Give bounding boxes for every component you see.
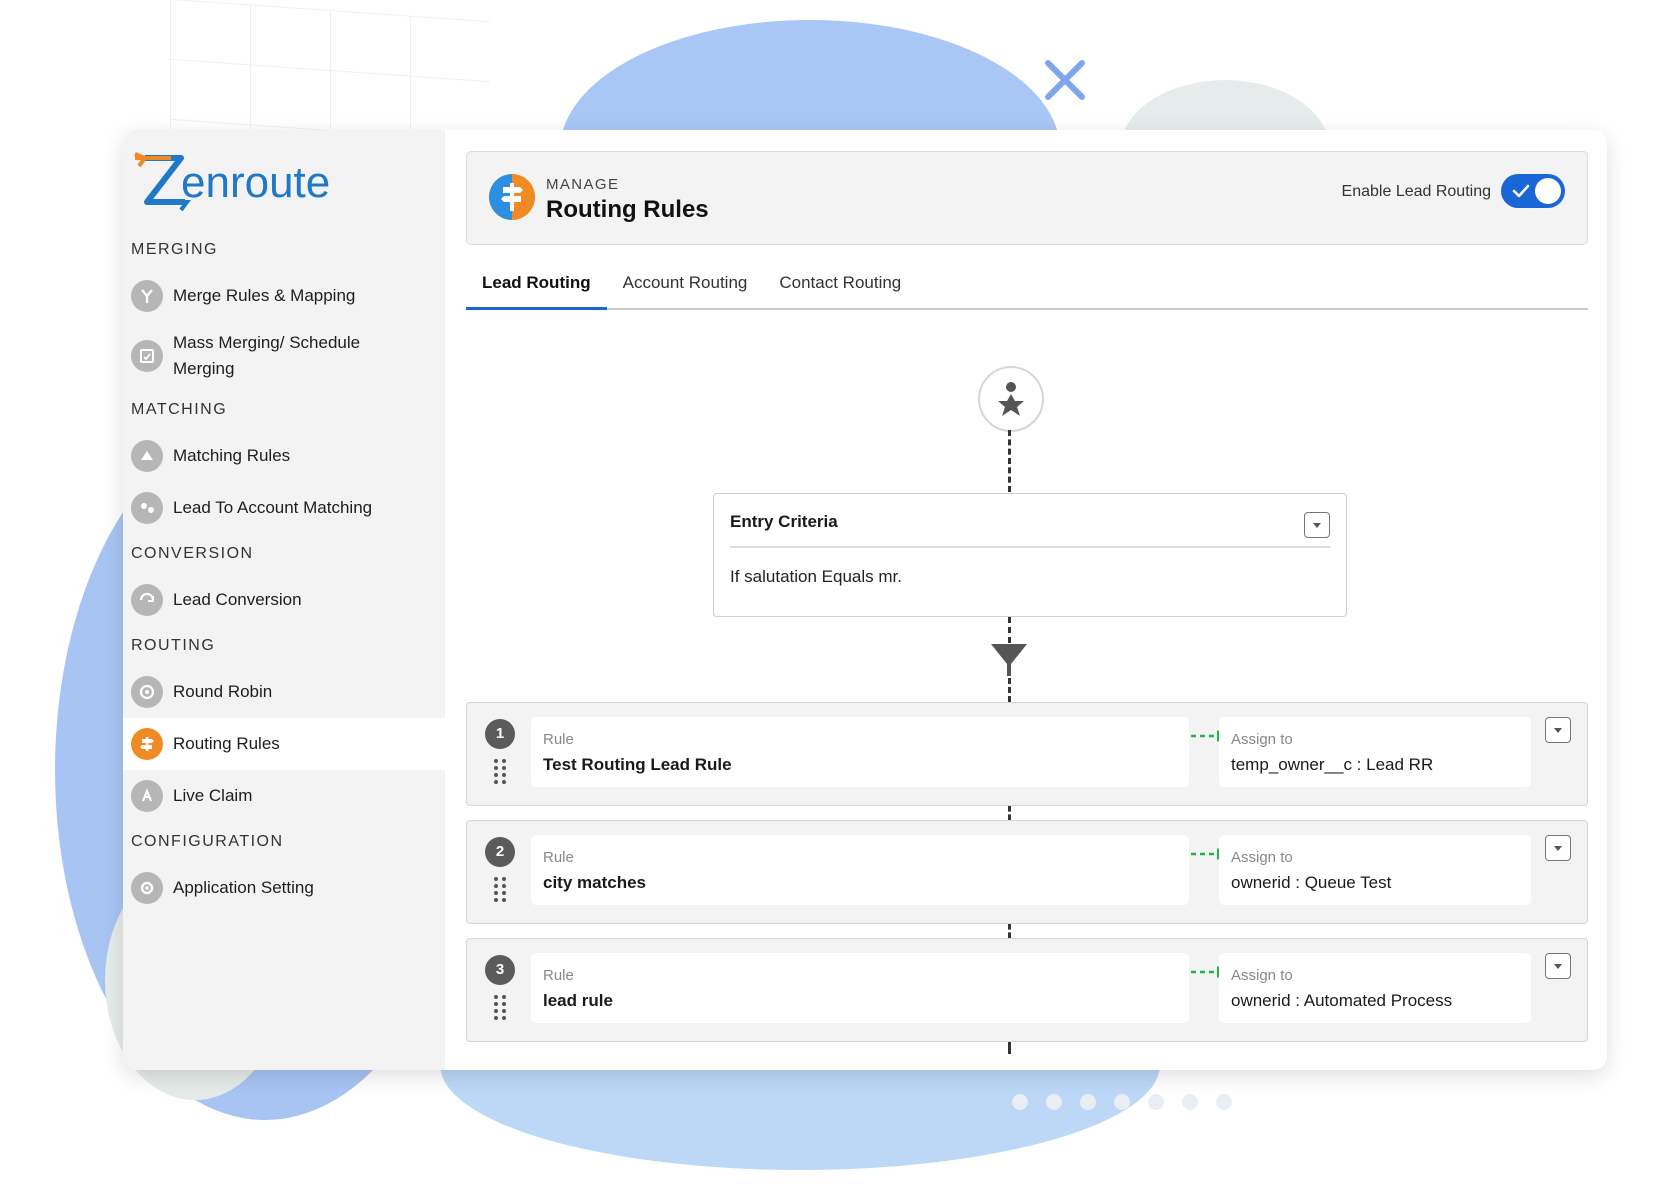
- assign-value: temp_owner__c : Lead RR: [1231, 755, 1434, 774]
- flow-connector: [1008, 1042, 1011, 1054]
- sidebar-item-label: Matching Rules: [173, 446, 291, 465]
- person-star-icon: [998, 382, 1024, 416]
- signpost-icon: [131, 728, 163, 760]
- drag-handle-icon[interactable]: [492, 875, 508, 903]
- divider: [730, 546, 1330, 548]
- assign-label: Assign to: [1231, 731, 1293, 748]
- rule-number-badge: 2: [485, 837, 515, 867]
- funnel-icon: [991, 644, 1027, 676]
- entry-criteria-menu-button[interactable]: [1304, 512, 1330, 538]
- rule-number-badge: 1: [485, 719, 515, 749]
- conversion-icon: [131, 584, 163, 616]
- flow-connector: [1008, 678, 1011, 702]
- rule-label: Rule: [543, 731, 574, 748]
- entry-criteria-condition: If salutation Equals mr.: [730, 567, 902, 586]
- rule-label: Rule: [543, 967, 574, 984]
- assign-box[interactable]: Assign to temp_owner__c : Lead RR: [1219, 717, 1531, 787]
- rule-name: Test Routing Lead Rule: [543, 755, 732, 774]
- assign-box[interactable]: Assign to ownerid : Queue Test: [1219, 835, 1531, 905]
- rule-name: lead rule: [543, 991, 613, 1010]
- assign-label: Assign to: [1231, 967, 1293, 984]
- rule-label: Rule: [543, 849, 574, 866]
- sidebar-nav: MERGING Merge Rules & Mapping Mass Mergi…: [123, 230, 445, 914]
- zenroute-logo: enroute: [134, 152, 330, 212]
- decorative-dots: [1012, 1094, 1232, 1110]
- app-window: enroute MERGING Merge Rules & Mapping Ma…: [123, 130, 1607, 1070]
- start-node: [978, 366, 1044, 432]
- sidebar-item-label: Routing Rules: [173, 734, 280, 753]
- assign-box[interactable]: Assign to ownerid : Automated Process: [1219, 953, 1531, 1023]
- sidebar-item-merge-rules-mapping[interactable]: Merge Rules & Mapping: [123, 270, 445, 322]
- flow-connector: [1008, 430, 1011, 492]
- sidebar-item-label: Lead Conversion: [173, 590, 302, 609]
- gear-icon: [131, 872, 163, 904]
- chevron-down-icon: [1554, 728, 1562, 733]
- sidebar-item-label: Merge Rules & Mapping: [173, 286, 356, 305]
- routing-flow: Entry Criteria If salutation Equals mr. …: [445, 130, 1607, 1070]
- drag-handle-icon[interactable]: [492, 757, 508, 785]
- rule-name: city matches: [543, 873, 646, 892]
- assign-value: ownerid : Queue Test: [1231, 873, 1392, 892]
- section-title-merging: MERGING: [131, 241, 218, 258]
- sidebar-item-label: Round Robin: [173, 682, 273, 701]
- rule-card: 1 Rule Test Routing Lead Rule Assign to …: [466, 702, 1588, 806]
- entry-criteria-title: Entry Criteria: [730, 512, 838, 531]
- drag-handle-icon[interactable]: [492, 993, 508, 1021]
- sidebar-item-lead-to-account-matching[interactable]: Lead To Account Matching: [123, 482, 445, 534]
- merge-icon: [131, 280, 163, 312]
- section-title-configuration: CONFIGURATION: [131, 833, 284, 850]
- sidebar-item-lead-conversion[interactable]: Lead Conversion: [123, 574, 445, 626]
- assign-value: ownerid : Automated Process: [1231, 991, 1453, 1010]
- rule-card: 2 Rule city matches Assign to ownerid : …: [466, 820, 1588, 924]
- sidebar-item-application-setting[interactable]: Application Setting: [123, 862, 445, 914]
- sidebar-item-label: Application Setting: [173, 878, 314, 897]
- sidebar-item-routing-rules[interactable]: Routing Rules: [123, 718, 445, 770]
- main-content: MANAGE Routing Rules Enable Lead Routing…: [445, 130, 1607, 1070]
- matching-icon: [131, 440, 163, 472]
- chevron-down-icon: [1313, 523, 1321, 528]
- sidebar-item-label: Lead To Account Matching: [173, 498, 373, 517]
- chevron-down-icon: [1554, 846, 1562, 851]
- sidebar: enroute MERGING Merge Rules & Mapping Ma…: [123, 130, 445, 1070]
- rule-card: 3 Rule lead rule Assign to ownerid : Aut…: [466, 938, 1588, 1042]
- flow-connector: [1008, 806, 1011, 820]
- svg-text:enroute: enroute: [181, 158, 330, 207]
- sidebar-item-mass-merging-schedule-merging[interactable]: Mass Merging/ Schedule Merging: [123, 322, 445, 390]
- live-claim-icon: [131, 780, 163, 812]
- schedule-icon: [131, 340, 163, 372]
- rule-box[interactable]: Rule city matches: [531, 835, 1189, 905]
- sidebar-item-label: Mass Merging/ Schedule Merging: [173, 333, 361, 378]
- section-title-conversion: CONVERSION: [131, 545, 254, 562]
- section-title-matching: MATCHING: [131, 401, 228, 418]
- flow-connector: [1008, 617, 1011, 643]
- flow-connector: [1008, 924, 1011, 938]
- rule-menu-button[interactable]: [1545, 717, 1571, 743]
- rule-box[interactable]: Rule lead rule: [531, 953, 1189, 1023]
- rule-box[interactable]: Rule Test Routing Lead Rule: [531, 717, 1189, 787]
- entry-criteria-card: Entry Criteria If salutation Equals mr.: [713, 493, 1347, 617]
- sidebar-item-round-robin[interactable]: Round Robin: [123, 666, 445, 718]
- chevron-down-icon: [1554, 964, 1562, 969]
- rule-menu-button[interactable]: [1545, 953, 1571, 979]
- section-title-routing: ROUTING: [131, 637, 216, 654]
- sidebar-item-live-claim[interactable]: Live Claim: [123, 770, 445, 822]
- lead-account-icon: [131, 492, 163, 524]
- sidebar-item-label: Live Claim: [173, 786, 253, 805]
- sidebar-item-matching-rules[interactable]: Matching Rules: [123, 430, 445, 482]
- decorative-x-icon: [1045, 60, 1085, 100]
- assign-label: Assign to: [1231, 849, 1293, 866]
- rule-menu-button[interactable]: [1545, 835, 1571, 861]
- round-robin-icon: [131, 676, 163, 708]
- rule-number-badge: 3: [485, 955, 515, 985]
